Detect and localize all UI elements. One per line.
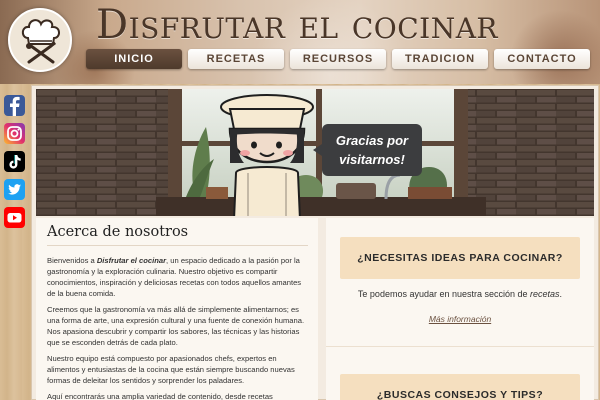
site-header: Disfrutar el cocinar INICIO RECETAS RECU… xyxy=(0,0,600,84)
chef-character xyxy=(220,94,314,216)
nav-recursos[interactable]: RECURSOS xyxy=(290,49,386,69)
ideas-text-emphasis: recetas xyxy=(530,289,560,299)
more-info-link[interactable]: Más información xyxy=(326,314,594,324)
speech-bubble: Gracias por visitarnos! xyxy=(313,124,422,176)
nav-tradicion[interactable]: TRADICION xyxy=(392,49,488,69)
nav-contacto[interactable]: CONTACTO xyxy=(494,49,590,69)
site-title: Disfrutar el cocinar xyxy=(96,2,498,48)
about-paragraph-2: Creemos que la gastronomía va más allá d… xyxy=(47,305,305,347)
twitter-icon[interactable] xyxy=(4,179,25,200)
ideas-text-after: . xyxy=(559,289,563,299)
ideas-text-before: Te podemos ayudar en nuestra sección de xyxy=(357,289,531,299)
nav-recetas[interactable]: RECETAS xyxy=(188,49,284,69)
facebook-icon[interactable] xyxy=(4,95,25,116)
chef-hat-utensils-icon xyxy=(21,19,60,64)
site-logo[interactable] xyxy=(8,8,72,72)
nav-inicio[interactable]: INICIO xyxy=(86,49,182,69)
card-divider xyxy=(326,346,594,347)
about-paragraph-4: Aquí encontrarás una amplia variedad de … xyxy=(47,392,273,400)
hero-banner: Gracias por visitarnos! xyxy=(36,89,594,216)
youtube-icon[interactable] xyxy=(4,207,25,228)
tiktok-icon[interactable] xyxy=(4,151,25,172)
about-section: Acerca de nosotros Bienvenidos a Disfrut… xyxy=(36,218,318,400)
speech-line-1: Gracias por xyxy=(335,133,409,148)
site-name-emphasis: Disfrutar el cocinar xyxy=(96,256,167,265)
ideas-card-text: Te podemos ayudar en nuestra sección de … xyxy=(326,289,594,299)
about-title: Acerca de nosotros xyxy=(47,224,308,246)
speech-line-2: visitarnos! xyxy=(339,152,405,167)
about-paragraph-1: Bienvenidos a Disfrutar el cocinar, un e… xyxy=(47,255,308,299)
tips-card-title: ¿BUSCAS CONSEJOS Y TIPS? xyxy=(340,374,580,400)
instagram-icon[interactable] xyxy=(4,123,25,144)
sidebar-cards: ¿NECESITAS IDEAS PARA COCINAR? Te podemo… xyxy=(326,218,594,400)
about-p1-before: Bienvenidos a xyxy=(47,256,97,265)
ideas-card-title: ¿NECESITAS IDEAS PARA COCINAR? xyxy=(340,237,580,279)
about-paragraph-3: Nuestro equipo está compuesto por apasio… xyxy=(47,354,295,385)
